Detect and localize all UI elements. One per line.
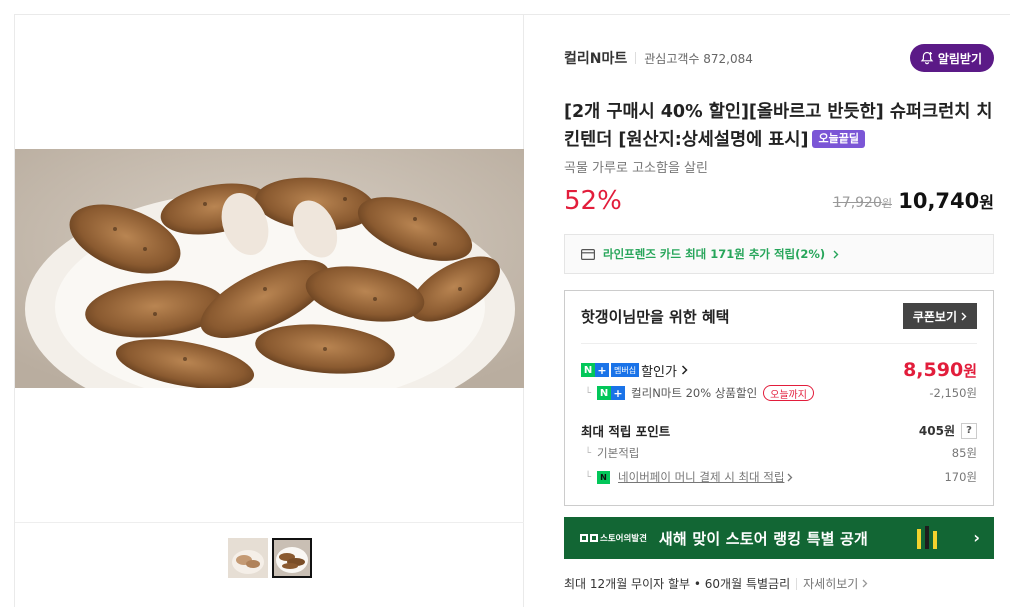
- store-name[interactable]: 컬리N마트: [564, 48, 627, 68]
- thumbnail-2-selected[interactable]: [272, 538, 312, 578]
- fans-count: 관심고객수 872,084: [644, 50, 753, 67]
- coupon-button-label: 쿠폰보기: [912, 309, 957, 324]
- card-promo-text: 라인프렌즈 카드 최대 171원 추가 적립(2%): [603, 247, 826, 261]
- store-info-row: 컬리N마트 관심고객수 872,084 알림받기: [564, 44, 994, 72]
- naver-pay-icon: N: [597, 470, 611, 484]
- store-discovery-logo: 스토어의발견: [580, 532, 647, 544]
- naver-n-icon: N: [581, 363, 595, 377]
- divider: [796, 577, 798, 590]
- main-product-image: [15, 149, 524, 388]
- product-title: [2개 구매시 40% 할인][올바르고 반듯한] 슈퍼크런치 치킨텐더 [원산…: [564, 98, 994, 154]
- product-image-column: [14, 14, 524, 607]
- discount-rate: 52%: [564, 186, 622, 216]
- product-title-text: [2개 구매시 40% 할인][올바르고 반듯한] 슈퍼크런치 치킨텐더 [원산…: [564, 102, 993, 150]
- thumbnail-image: [274, 540, 310, 576]
- naver-plus-membership-badge: N + 멤버십: [581, 363, 640, 377]
- banner-text: 새해 맞이 스토어 랭킹 특별 공개: [658, 529, 869, 548]
- tree-branch: └: [585, 387, 592, 399]
- chevron-right-icon: ›: [973, 528, 980, 547]
- plus-icon: +: [611, 386, 626, 400]
- points-label: 최대 적립 포인트: [581, 424, 671, 439]
- tree-branch: └: [585, 471, 592, 483]
- divider: [581, 343, 977, 344]
- basic-points-value: 85원: [951, 446, 977, 460]
- sale-price: 10,740원: [898, 189, 994, 213]
- bell-plus-icon: [920, 51, 934, 65]
- npay-points-row: └ N 네이버페이 머니 결제 시 최대 적립 170원: [581, 469, 977, 485]
- today-deal-badge: 오늘끝딜: [812, 130, 865, 148]
- store-discount-row: └ N + 컬리N마트 20% 상품할인 오늘까지 -2,150원: [581, 385, 977, 401]
- help-icon[interactable]: ?: [961, 422, 977, 439]
- original-price-value: 17,920: [832, 195, 882, 211]
- chevron-right-icon: [833, 250, 839, 258]
- chevron-right-icon: [961, 312, 967, 320]
- thumbnail-1[interactable]: [228, 538, 268, 578]
- installment-text: 최대 12개월 무이자 할부 • 60개월 특별금리: [564, 577, 791, 591]
- basic-points-row: └ 기본적립 85원: [581, 445, 977, 461]
- tree-branch: └: [585, 447, 592, 459]
- benefit-title: 핫갱이님만을 위한 혜택: [581, 308, 730, 326]
- original-price-unit: 원: [881, 197, 892, 210]
- credit-card-icon: [581, 248, 595, 260]
- membership-label: 멤버십: [611, 363, 640, 377]
- sale-price-unit: 원: [979, 193, 994, 212]
- naver-n-icon: N: [597, 386, 612, 400]
- member-price-value: 8,590: [903, 359, 964, 381]
- points-value: 405원: [918, 424, 955, 438]
- alarm-button[interactable]: 알림받기: [909, 44, 994, 72]
- chevron-right-icon[interactable]: [681, 365, 688, 375]
- product-subtitle: 곡물 가루로 고소함을 살린: [564, 161, 708, 176]
- plus-icon: +: [595, 363, 609, 377]
- member-price-unit: 원: [963, 362, 977, 380]
- coupon-view-button[interactable]: 쿠폰보기: [902, 303, 977, 329]
- member-price-label[interactable]: 할인가: [641, 361, 677, 380]
- member-price: 8,590원: [903, 359, 977, 381]
- today-only-pill: 오늘까지: [763, 385, 814, 401]
- original-price: 17,920원: [833, 195, 892, 211]
- fans-number: 872,084: [703, 51, 753, 66]
- alarm-button-label: 알림받기: [937, 51, 982, 66]
- thumbnail-image: [228, 538, 268, 578]
- store-discovery-logo-text: 스토어의발견: [600, 534, 647, 544]
- store-discount-value: -2,150원: [929, 386, 977, 400]
- member-benefit-box: 핫갱이님만을 위한 혜택 쿠폰보기 N + 멤버십 할인가 8,590원 └ N +: [564, 290, 994, 506]
- npay-points-value: 170원: [944, 470, 977, 484]
- npay-points-link[interactable]: 네이버페이 머니 결제 시 최대 적립: [618, 469, 784, 485]
- member-price-row: N + 멤버십 할인가 8,590원: [581, 359, 977, 381]
- chicken-tender-photo: [15, 149, 524, 388]
- basic-points-label: 기본적립: [597, 446, 640, 460]
- thumbnail-divider: [15, 522, 524, 523]
- sale-price-value: 10,740: [898, 189, 980, 213]
- chevron-right-icon: [862, 579, 868, 588]
- card-promo-link[interactable]: 라인프렌즈 카드 최대 171원 추가 적립(2%): [564, 234, 994, 274]
- thumbnail-list: [228, 538, 312, 578]
- installment-info: 최대 12개월 무이자 할부 • 60개월 특별금리 자세히보기: [564, 575, 868, 592]
- fans-label: 관심고객수: [644, 51, 700, 66]
- store-logo-icon: [580, 534, 598, 542]
- points-row: 최대 적립 포인트 405원 ?: [581, 421, 977, 440]
- store-ranking-banner[interactable]: 스토어의발견 새해 맞이 스토어 랭킹 특별 공개 ›: [564, 517, 994, 559]
- store-discount-label: 컬리N마트 20% 상품할인: [631, 386, 758, 400]
- divider: [635, 52, 637, 64]
- installment-detail-link[interactable]: 자세히보기: [803, 575, 858, 592]
- chevron-right-icon: [787, 473, 793, 481]
- trophy-icon: [917, 526, 937, 549]
- naver-plus-badge: N +: [597, 386, 626, 400]
